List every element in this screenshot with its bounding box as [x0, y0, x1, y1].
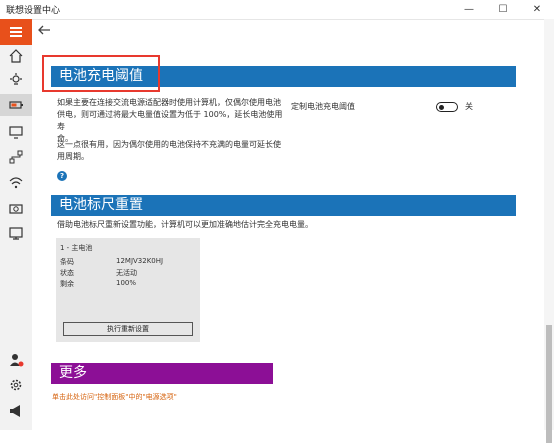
wifi-icon[interactable]	[8, 175, 24, 191]
window-title: 联想设置中心	[6, 6, 61, 16]
menu-icon[interactable]	[0, 19, 32, 45]
scrollbar[interactable]	[544, 19, 554, 443]
run-reset-button[interactable]: 执行重新设置	[63, 322, 193, 336]
maximize-button[interactable]: ☐	[486, 0, 520, 19]
network-icon[interactable]	[8, 149, 24, 165]
monitor-icon[interactable]	[8, 225, 24, 241]
scrollbar-thumb[interactable]	[546, 325, 552, 443]
remaining-value: 100%	[116, 279, 137, 287]
back-arrow-icon[interactable]	[36, 22, 52, 38]
more-section-header: 更多	[51, 363, 273, 384]
title-bar: 联想设置中心 — ☐ ✕	[0, 0, 554, 20]
threshold-note: 这一点很有用，因为偶尔使用的电池保持不充满的电量可延长使 用周期。	[57, 140, 281, 161]
status-label: 状态	[60, 269, 74, 277]
barcode-label: 条码	[60, 258, 74, 266]
help-icon[interactable]: ?	[57, 171, 67, 181]
user-icon[interactable]	[8, 352, 24, 368]
threshold-description: 如果主要在连接交流电源适配器时使用计算机，仅偶尔使用电池 供电，则可通过将最大电…	[57, 98, 283, 143]
home-icon[interactable]	[8, 48, 24, 64]
remaining-label: 剩余	[60, 280, 74, 288]
gear-icon[interactable]	[8, 377, 24, 393]
gauge-section-header: 电池标尺重置	[51, 195, 516, 216]
toggle-label: 定制电池充电阈值	[291, 102, 355, 111]
minimize-button[interactable]: —	[452, 0, 486, 19]
barcode-value: 12MJV32K0HJ	[116, 257, 164, 265]
lightbulb-icon[interactable]	[8, 72, 24, 88]
battery-title: 1 - 主电池	[60, 244, 93, 252]
megaphone-icon[interactable]	[8, 403, 24, 419]
battery-icon[interactable]	[8, 97, 24, 113]
close-button[interactable]: ✕	[520, 0, 554, 19]
camera-icon[interactable]	[8, 200, 24, 216]
toggle-state: 关	[465, 102, 473, 111]
display-icon[interactable]	[8, 124, 24, 140]
gauge-description: 借助电池标尺重新设置功能，计算机可以更加准确地估计完全充电电量。	[57, 220, 313, 229]
sidebar	[0, 19, 32, 430]
power-options-link[interactable]: 单击此处访问"控制面板"中的"电源选项"	[52, 392, 177, 402]
threshold-toggle[interactable]	[436, 102, 458, 112]
status-value: 无活动	[116, 269, 137, 277]
highlight-box	[42, 55, 160, 92]
